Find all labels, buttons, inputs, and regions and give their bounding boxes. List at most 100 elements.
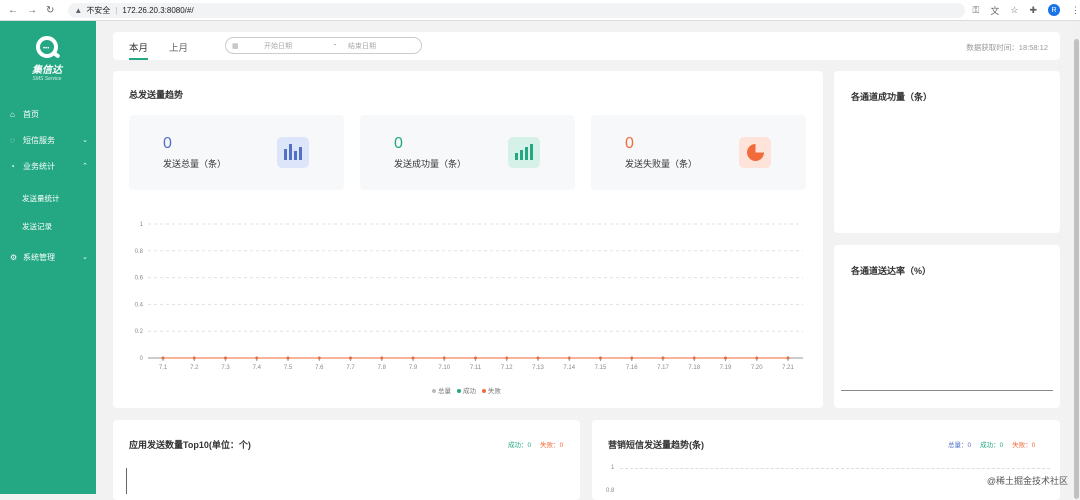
legend-item-total[interactable]: 总量 bbox=[432, 385, 451, 395]
legend-dot-total bbox=[432, 389, 436, 393]
data-point[interactable] bbox=[318, 357, 321, 360]
channel-rate-title: 各通道送达率（%） bbox=[851, 264, 931, 277]
data-point[interactable] bbox=[599, 357, 602, 360]
legend-item-fail[interactable]: 失败 bbox=[482, 385, 501, 395]
extensions-icon[interactable]: ✚ bbox=[1029, 5, 1037, 16]
marketing-gridline bbox=[620, 468, 1050, 469]
top10-title: 应用发送数量Top10(单位：个) bbox=[129, 438, 251, 451]
x-tick-label: 7.21 bbox=[782, 365, 794, 371]
marketing-fail: 失败：0 bbox=[1012, 439, 1035, 449]
x-tick-label: 7.2 bbox=[190, 365, 199, 371]
data-point[interactable] bbox=[693, 357, 696, 360]
stat-success-label: 发送成功量（条） bbox=[394, 157, 466, 170]
data-point[interactable] bbox=[755, 357, 758, 360]
end-date-input[interactable]: 结束日期 bbox=[348, 41, 376, 51]
growth-chart-icon bbox=[508, 137, 540, 168]
sidebar-subitem-send-volume[interactable]: 发送量统计 bbox=[0, 184, 96, 212]
x-tick-label: 7.7 bbox=[346, 365, 355, 371]
sidebar-item-label: 业务统计 bbox=[23, 161, 55, 172]
x-tick-label: 7.16 bbox=[626, 365, 638, 371]
data-point[interactable] bbox=[193, 357, 196, 360]
browser-nav: ← → ↻ bbox=[8, 5, 54, 16]
chevron-down-icon: ⌄ bbox=[82, 136, 88, 144]
sidebar: ••• 集信达 SMS Service ⌂ 首页 ◌ 短信服务 ⌄ ◔ 业务统计… bbox=[0, 21, 96, 494]
insecure-label: 不安全 bbox=[86, 5, 110, 16]
x-tick-label: 7.17 bbox=[657, 365, 669, 371]
channel-success-title: 各通道成功量（条） bbox=[851, 90, 932, 103]
stat-fail: 0 发送失败量（条） bbox=[591, 115, 806, 190]
x-tick-label: 7.19 bbox=[720, 365, 732, 371]
sidebar-item-label: 发送量统计 bbox=[22, 193, 60, 204]
forward-icon[interactable]: → bbox=[27, 5, 37, 16]
y-tick-label: 0.4 bbox=[135, 302, 144, 308]
warning-icon: ▲ bbox=[74, 6, 82, 15]
date-range-picker[interactable]: ▦ 开始日期 - 结束日期 bbox=[225, 37, 422, 54]
stat-success-value: 0 bbox=[394, 135, 403, 153]
more-icon[interactable]: ⋮ bbox=[1071, 5, 1080, 16]
data-point[interactable] bbox=[662, 357, 665, 360]
data-point[interactable] bbox=[568, 357, 571, 360]
y-tick-label: 0.2 bbox=[135, 329, 144, 335]
sidebar-item-system-admin[interactable]: ⚙ 系统管理 ⌄ bbox=[0, 244, 96, 270]
logo: ••• 集信达 SMS Service bbox=[28, 36, 66, 82]
start-date-input[interactable]: 开始日期 bbox=[264, 41, 322, 51]
scrollbar-thumb[interactable] bbox=[1074, 39, 1079, 499]
data-point[interactable] bbox=[630, 357, 633, 360]
fetch-time: 数据获取时间：18:58:12 bbox=[966, 42, 1048, 53]
reload-icon[interactable]: ↻ bbox=[46, 5, 54, 16]
data-point[interactable] bbox=[380, 357, 383, 360]
data-point[interactable] bbox=[412, 357, 415, 360]
pie-chart-icon bbox=[739, 137, 771, 168]
top10-card bbox=[113, 420, 580, 500]
logo-subtitle: SMS Service bbox=[28, 76, 66, 82]
profile-avatar[interactable]: R bbox=[1048, 4, 1060, 16]
data-point[interactable] bbox=[505, 357, 508, 360]
legend-dot-success bbox=[457, 389, 461, 393]
sidebar-subitem-send-records[interactable]: 发送记录 bbox=[0, 212, 96, 240]
x-tick-label: 7.20 bbox=[751, 365, 763, 371]
stat-fail-value: 0 bbox=[625, 135, 634, 153]
browser-actions: ⚿ 文 ☆ ✚ R ⋮ bbox=[973, 4, 1080, 17]
data-point[interactable] bbox=[787, 357, 790, 360]
tab-last-month[interactable]: 上月 bbox=[169, 40, 188, 54]
home-icon: ⌂ bbox=[10, 110, 20, 119]
x-tick-label: 7.3 bbox=[221, 365, 230, 371]
sidebar-item-sms-service[interactable]: ◌ 短信服务 ⌄ bbox=[0, 127, 96, 153]
data-point[interactable] bbox=[443, 357, 446, 360]
data-point[interactable] bbox=[724, 357, 727, 360]
data-point[interactable] bbox=[255, 357, 258, 360]
legend-item-success[interactable]: 成功 bbox=[457, 385, 476, 395]
chart-legend: 总量 成功 失败 bbox=[432, 385, 501, 395]
data-point[interactable] bbox=[537, 357, 540, 360]
filter-bar: 本月 上月 ▦ 开始日期 - 结束日期 数据获取时间：18:58:12 bbox=[113, 32, 1060, 60]
y-tick-label: 0.6 bbox=[135, 276, 144, 282]
star-icon[interactable]: ☆ bbox=[1010, 5, 1018, 16]
data-point[interactable] bbox=[287, 357, 290, 360]
sidebar-item-business-stats[interactable]: ◔ 业务统计 ⌃ bbox=[0, 153, 96, 179]
marketing-total: 总量：0 bbox=[948, 439, 971, 449]
address-bar[interactable]: ▲ 不安全 | 172.26.20.3:8080/#/ bbox=[68, 3, 964, 18]
key-icon[interactable]: ⚿ bbox=[973, 5, 980, 16]
chevron-down-icon: ⌄ bbox=[82, 253, 88, 261]
translate-icon[interactable]: 文 bbox=[990, 4, 999, 17]
watermark: @稀土掘金技术社区 bbox=[987, 474, 1068, 487]
top10-fail: 失败：0 bbox=[540, 439, 563, 449]
stat-fail-label: 发送失败量（条） bbox=[625, 157, 697, 170]
logo-name: 集信达 bbox=[28, 61, 66, 76]
x-tick-label: 7.8 bbox=[378, 365, 387, 371]
marketing-title: 营销短信发送量趋势(条) bbox=[608, 438, 704, 451]
sidebar-item-home[interactable]: ⌂ 首页 bbox=[0, 101, 96, 127]
sidebar-item-label: 短信服务 bbox=[23, 135, 55, 146]
calendar-icon: ▦ bbox=[232, 42, 240, 50]
data-point[interactable] bbox=[162, 357, 165, 360]
tab-this-month[interactable]: 本月 bbox=[129, 40, 148, 54]
data-point[interactable] bbox=[224, 357, 227, 360]
message-icon: ◌ bbox=[10, 136, 20, 145]
page-scrollbar[interactable] bbox=[1073, 21, 1080, 494]
browser-toolbar: ← → ↻ ▲ 不安全 | 172.26.20.3:8080/#/ ⚿ 文 ☆ … bbox=[0, 0, 1080, 21]
data-point[interactable] bbox=[349, 357, 352, 360]
back-icon[interactable]: ← bbox=[8, 5, 18, 16]
x-tick-label: 7.9 bbox=[409, 365, 418, 371]
x-tick-label: 7.10 bbox=[438, 365, 450, 371]
data-point[interactable] bbox=[474, 357, 477, 360]
